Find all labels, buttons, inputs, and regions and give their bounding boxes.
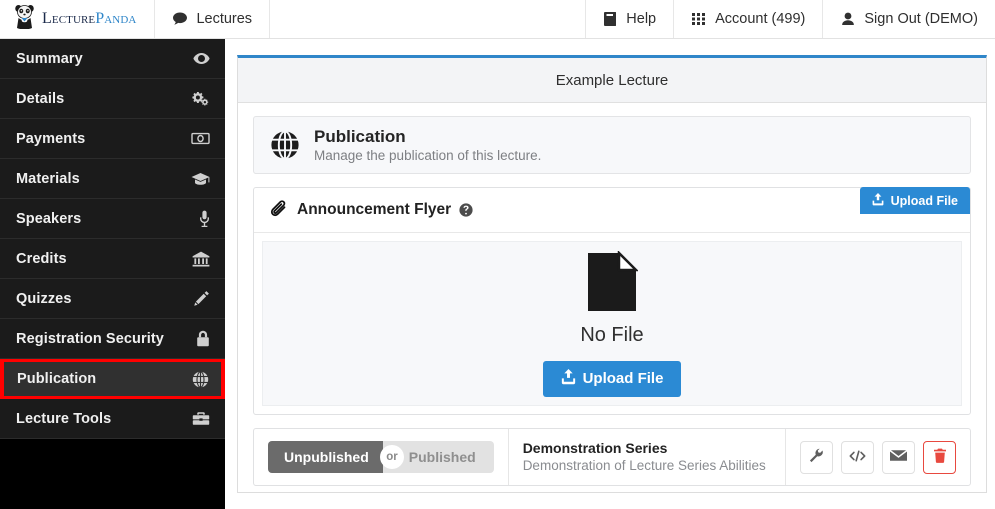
sidebar-item-details-label: Details <box>16 90 65 107</box>
series-description: Demonstration of Lecture Series Abilitie… <box>522 458 766 474</box>
gears-icon <box>188 91 210 107</box>
brand-name: LecturePanda <box>42 11 136 27</box>
main-panel: Example Lecture Publication Manage the p… <box>237 55 987 493</box>
announcement-flyer-title-group: Announcement Flyer <box>269 200 473 220</box>
nav-right-group: Help Account (499) Sign Out (DEMO) <box>585 0 995 38</box>
sidebar-item-payments-label: Payments <box>16 130 86 147</box>
sidebar-item-publication-label: Publication <box>17 371 97 387</box>
series-row: Unpublished or Published Demonstration S… <box>253 428 971 486</box>
publication-banner-heading: Publication <box>314 126 406 146</box>
announcement-flyer-header: Announcement Flyer Upload File <box>254 187 970 233</box>
brand-word-one: Lecture <box>42 10 96 27</box>
comment-icon <box>172 11 188 27</box>
page-title: Example Lecture <box>555 71 669 89</box>
upload-file-button-main[interactable]: Upload File <box>542 360 682 397</box>
eye-icon <box>188 52 210 65</box>
lock-icon <box>188 330 210 347</box>
sidebar-item-speakers-label: Speakers <box>16 210 82 227</box>
series-embed-code-button[interactable] <box>841 440 874 474</box>
publication-banner: Publication Manage the publication of th… <box>253 116 971 174</box>
upload-file-button-top-label: Upload File <box>890 193 958 208</box>
nav-tab-lectures[interactable]: Lectures <box>155 0 271 38</box>
sidebar-item-registration-security-label: Registration Security <box>16 330 164 347</box>
sidebar-item-materials[interactable]: Materials <box>0 159 225 199</box>
nav-item-account[interactable]: Account (499) <box>673 0 822 38</box>
sidebar-item-summary-label: Summary <box>16 50 83 67</box>
sidebar-item-lecture-tools[interactable]: Lecture Tools <box>0 399 225 439</box>
toggle-separator: or <box>380 445 404 469</box>
sidebar-item-summary[interactable]: Summary <box>0 39 225 79</box>
series-name: Demonstration Series <box>522 440 668 457</box>
publication-banner-text: Publication Manage the publication of th… <box>314 126 541 165</box>
graduation-cap-icon <box>188 172 210 186</box>
globe-icon <box>270 130 300 160</box>
pencil-icon <box>188 290 210 307</box>
sidebar-item-speakers[interactable]: Speakers <box>0 199 225 239</box>
nav-item-help-label: Help <box>626 11 657 27</box>
question-circle-icon[interactable] <box>459 203 473 217</box>
series-email-button[interactable] <box>882 440 915 474</box>
paperclip-icon <box>269 200 289 220</box>
publication-toggle[interactable]: Unpublished or Published <box>268 441 494 473</box>
user-icon <box>840 11 856 27</box>
bank-icon <box>188 251 210 267</box>
grid-icon <box>691 11 707 27</box>
money-icon <box>188 132 210 145</box>
microphone-icon <box>188 210 210 227</box>
toggle-option-unpublished[interactable]: Unpublished <box>268 441 383 473</box>
brand-logo[interactable]: LecturePanda <box>0 0 156 38</box>
sidebar-item-registration-security[interactable]: Registration Security <box>0 319 225 359</box>
panel-header: Example Lecture <box>238 58 986 103</box>
top-navigation-bar: LecturePanda Lectures Help Account (499)… <box>0 0 995 39</box>
book-icon <box>603 11 618 27</box>
series-delete-button[interactable] <box>923 440 956 474</box>
sidebar-item-credits-label: Credits <box>16 250 67 267</box>
sidebar: Summary Details Payments Materials Speak… <box>0 39 225 509</box>
briefcase-icon <box>188 411 210 426</box>
sidebar-item-lecture-tools-label: Lecture Tools <box>16 410 112 427</box>
brand-word-two: Panda <box>95 10 137 27</box>
code-icon <box>849 449 866 466</box>
publication-toggle-wrap: Unpublished or Published <box>254 429 509 485</box>
panda-logo-icon <box>14 4 35 34</box>
wrench-icon <box>809 448 824 466</box>
series-action-buttons <box>786 429 970 485</box>
trash-icon <box>933 448 947 466</box>
series-info: Demonstration Series Demonstration of Le… <box>509 429 786 485</box>
nav-item-help[interactable]: Help <box>585 0 673 38</box>
nav-item-sign-out[interactable]: Sign Out (DEMO) <box>822 0 995 38</box>
nav-tab-lectures-label: Lectures <box>196 11 253 27</box>
sidebar-item-materials-label: Materials <box>16 170 80 187</box>
upload-icon <box>561 368 576 389</box>
upload-file-button-main-label: Upload File <box>582 370 664 387</box>
series-settings-button[interactable] <box>800 440 833 474</box>
upload-icon <box>872 192 884 209</box>
sidebar-item-quizzes-label: Quizzes <box>16 290 72 307</box>
globe-icon <box>187 370 209 388</box>
nav-item-account-label: Account (499) <box>715 11 806 27</box>
sidebar-item-publication[interactable]: Publication <box>0 359 225 399</box>
file-icon <box>586 249 640 318</box>
sidebar-item-details[interactable]: Details <box>0 79 225 119</box>
envelope-icon <box>890 449 907 465</box>
file-dropzone[interactable]: No File Upload File <box>262 241 962 406</box>
sidebar-item-quizzes[interactable]: Quizzes <box>0 279 225 319</box>
no-file-text: No File <box>580 323 644 346</box>
sidebar-item-credits[interactable]: Credits <box>0 239 225 279</box>
nav-item-sign-out-label: Sign Out (DEMO) <box>864 11 978 27</box>
sidebar-item-payments[interactable]: Payments <box>0 119 225 159</box>
announcement-flyer-card: Announcement Flyer Upload File No File U… <box>253 187 971 415</box>
publication-banner-subheading: Manage the publication of this lecture. <box>314 147 542 163</box>
announcement-flyer-title: Announcement Flyer <box>297 201 452 218</box>
upload-file-button-top[interactable]: Upload File <box>859 187 970 214</box>
panel-body: Publication Manage the publication of th… <box>238 103 986 486</box>
